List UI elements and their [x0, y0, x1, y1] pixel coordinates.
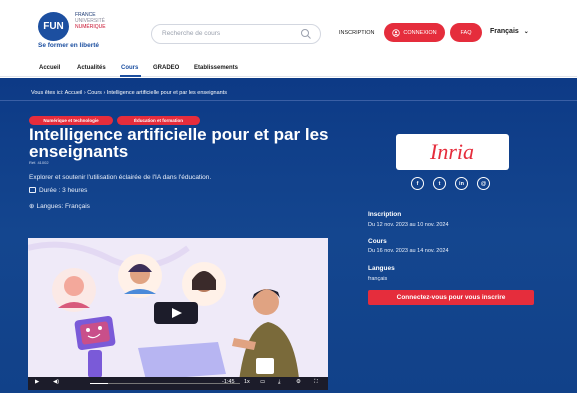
langues-label: Langues	[368, 265, 395, 272]
video-controls: ▶ ◀) -1:45 1x ▭ ⤓ ⚙ ⛶	[28, 377, 328, 390]
nav-item-cours[interactable]: Cours	[121, 65, 138, 71]
page-title: Intelligence artificielle pour et par le…	[29, 125, 329, 161]
chevron-down-icon: ⌄	[523, 29, 529, 35]
email-icon[interactable]: @	[477, 177, 490, 190]
twitter-icon[interactable]: t	[433, 177, 446, 190]
nav-item-gradeo[interactable]: GRADEO	[153, 65, 179, 71]
linkedin-icon[interactable]: in	[455, 177, 468, 190]
settings-icon[interactable]: ⚙	[296, 379, 301, 385]
course-duration: Durée : 3 heures	[29, 187, 87, 194]
partner-logo-card[interactable]: Inria	[396, 134, 509, 170]
inscription-link[interactable]: INSCRIPTION	[339, 30, 374, 36]
faq-button[interactable]: FAQ	[450, 23, 482, 42]
connexion-label: CONNEXION	[403, 29, 437, 36]
download-icon[interactable]: ⤓	[278, 379, 280, 386]
nav-item-actualites[interactable]: Actualités	[77, 65, 106, 71]
breadcrumb-divider	[0, 100, 577, 101]
search-placeholder: Recherche de cours	[162, 30, 221, 37]
language-label: Français	[490, 28, 519, 35]
nav-item-etablissements[interactable]: Etablissements	[194, 65, 238, 71]
cours-label: Cours	[368, 238, 387, 245]
video-progress-fill	[90, 383, 108, 384]
user-icon	[392, 28, 401, 37]
inria-logo: Inria	[429, 139, 474, 164]
duration-text: Durée : 3 heures	[39, 187, 88, 194]
langues-value: français	[368, 276, 388, 282]
breadcrumb[interactable]: Vous êtes ici: Accueil › Cours › Intelli…	[31, 90, 227, 96]
nav-item-accueil[interactable]: Accueil	[39, 65, 60, 71]
cours-dates: Du 16 nov. 2023 au 14 nov. 2024	[368, 248, 449, 254]
course-description: Explorer et soutenir l'utilisation éclai…	[29, 174, 212, 181]
video-illustration	[28, 238, 328, 390]
tag-education[interactable]: Éducation et formation	[117, 116, 200, 125]
playback-speed[interactable]: 1x	[244, 379, 250, 385]
subtitles-icon[interactable]: ▭	[260, 379, 265, 385]
video-time: -1:45	[222, 379, 235, 385]
course-video[interactable]	[28, 238, 328, 390]
site-tagline: Se former en liberté	[38, 42, 100, 49]
video-progress-bar[interactable]	[90, 383, 240, 384]
nav-active-indicator	[120, 75, 141, 77]
globe-icon: ⊕	[29, 203, 35, 210]
languages-text: Langues: Français	[36, 203, 90, 210]
inscription-label: Inscription	[368, 211, 402, 218]
logo-text: FRANCE UNIVERSITÉ NUMÉRIQUE	[75, 12, 106, 30]
language-select[interactable]: Français ⌄	[490, 28, 529, 35]
connexion-button[interactable]: CONNEXION	[384, 23, 445, 42]
logo-badge: FUN	[38, 12, 69, 41]
calendar-icon	[29, 187, 36, 193]
play-icon[interactable]: ▶	[35, 379, 39, 385]
course-reference: Réf. 41002	[29, 160, 49, 165]
tag-numerique[interactable]: Numérique et technologie	[29, 116, 113, 125]
svg-text:Inria: Inria	[429, 139, 474, 164]
login-to-enroll-button[interactable]: Connectez-vous pour vous inscrire	[368, 290, 534, 305]
volume-icon[interactable]: ◀)	[53, 379, 59, 385]
course-languages: ⊕ Langues: Français	[29, 202, 90, 210]
facebook-icon[interactable]: f	[411, 177, 424, 190]
search-icon[interactable]	[300, 28, 312, 40]
inscription-dates: Du 12 nov. 2023 au 10 nov. 2024	[368, 222, 449, 228]
fullscreen-icon[interactable]: ⛶	[314, 379, 318, 386]
search-input[interactable]: Recherche de cours	[151, 24, 321, 44]
